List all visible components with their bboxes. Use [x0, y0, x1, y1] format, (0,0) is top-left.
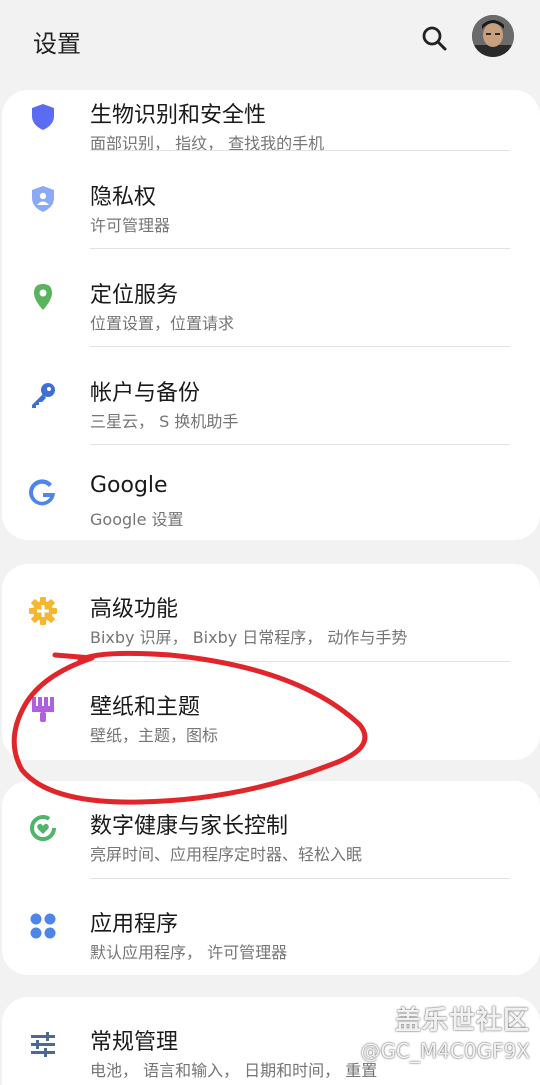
- watermark: 盖乐世社区 @GC_M4C0GF9X: [360, 1000, 530, 1063]
- watermark-brand: 盖乐世社区: [394, 1006, 530, 1036]
- item-label: 壁纸和主题: [90, 695, 201, 720]
- settings-group-apps: 数字健康与家长控制 亮屏时间、应用程序定时器、轻松入眠 应用程序 默认应用程序，…: [2, 781, 540, 975]
- search-button[interactable]: [420, 24, 450, 54]
- divider: [90, 346, 510, 347]
- accounts-backup-item[interactable]: 帐户与备份 三星云， S 换机助手: [2, 348, 540, 446]
- app-header: 设置: [0, 0, 540, 80]
- privacy-shield-icon: [28, 184, 58, 214]
- item-subtitle: 电池， 语言和输入， 日期和时间， 重置: [90, 1061, 378, 1080]
- avatar-photo-icon: [472, 15, 514, 57]
- divider: [90, 444, 510, 445]
- shield-lock-icon: [28, 102, 58, 132]
- item-label: 数字健康与家长控制: [90, 814, 289, 839]
- divider: [90, 248, 510, 249]
- key-icon: [28, 380, 58, 410]
- location-item[interactable]: 定位服务 位置设置，位置请求: [2, 250, 540, 348]
- divider: [90, 150, 510, 151]
- privacy-item[interactable]: 隐私权 许可管理器: [2, 152, 540, 250]
- item-subtitle: 许可管理器: [90, 216, 171, 235]
- item-label: 定位服务: [90, 283, 179, 308]
- paintbrush-icon: [28, 694, 58, 724]
- apps-grid-icon: [28, 911, 58, 941]
- digital-wellbeing-icon: [28, 813, 58, 843]
- settings-group-security: 生物识别和安全性 面部识别， 指纹， 查找我的手机 隐私权 许可管理器 定位服务…: [2, 90, 540, 540]
- google-item[interactable]: Google Google 设置: [2, 446, 540, 540]
- location-pin-icon: [28, 282, 58, 312]
- item-subtitle: Google 设置: [90, 510, 184, 529]
- item-subtitle: 三星云， S 换机助手: [90, 412, 239, 431]
- item-label: 隐私权: [90, 185, 157, 210]
- item-label: 帐户与备份: [90, 381, 201, 406]
- item-subtitle: 默认应用程序， 许可管理器: [90, 943, 288, 962]
- search-icon: [422, 26, 447, 51]
- item-label: Google: [90, 473, 168, 498]
- sliders-icon: [28, 1029, 58, 1059]
- item-subtitle: 位置设置，位置请求: [90, 314, 235, 333]
- digital-wellbeing-item[interactable]: 数字健康与家长控制 亮屏时间、应用程序定时器、轻松入眠: [2, 781, 540, 879]
- item-subtitle: Bixby 识屏， Bixby 日常程序， 动作与手势: [90, 628, 408, 647]
- advanced-features-item[interactable]: 高级功能 Bixby 识屏， Bixby 日常程序， 动作与手势: [2, 564, 540, 662]
- gear-plus-icon: [28, 596, 58, 626]
- wallpapers-themes-item[interactable]: 壁纸和主题 壁纸，主题，图标: [2, 662, 540, 760]
- item-label: 应用程序: [90, 912, 179, 937]
- settings-group-advanced: 高级功能 Bixby 识屏， Bixby 日常程序， 动作与手势 壁纸和主题 壁…: [2, 564, 540, 760]
- google-icon: [28, 478, 58, 508]
- item-subtitle: 亮屏时间、应用程序定时器、轻松入眠: [90, 845, 363, 864]
- item-label: 生物识别和安全性: [90, 103, 267, 128]
- applications-item[interactable]: 应用程序 默认应用程序， 许可管理器: [2, 879, 540, 975]
- watermark-user: @GC_M4C0GF9X: [360, 1039, 530, 1063]
- profile-avatar[interactable]: [472, 15, 514, 57]
- page-title: 设置: [33, 30, 81, 58]
- item-subtitle: 壁纸，主题，图标: [90, 726, 219, 745]
- item-label: 常规管理: [90, 1030, 179, 1055]
- item-label: 高级功能: [90, 597, 179, 622]
